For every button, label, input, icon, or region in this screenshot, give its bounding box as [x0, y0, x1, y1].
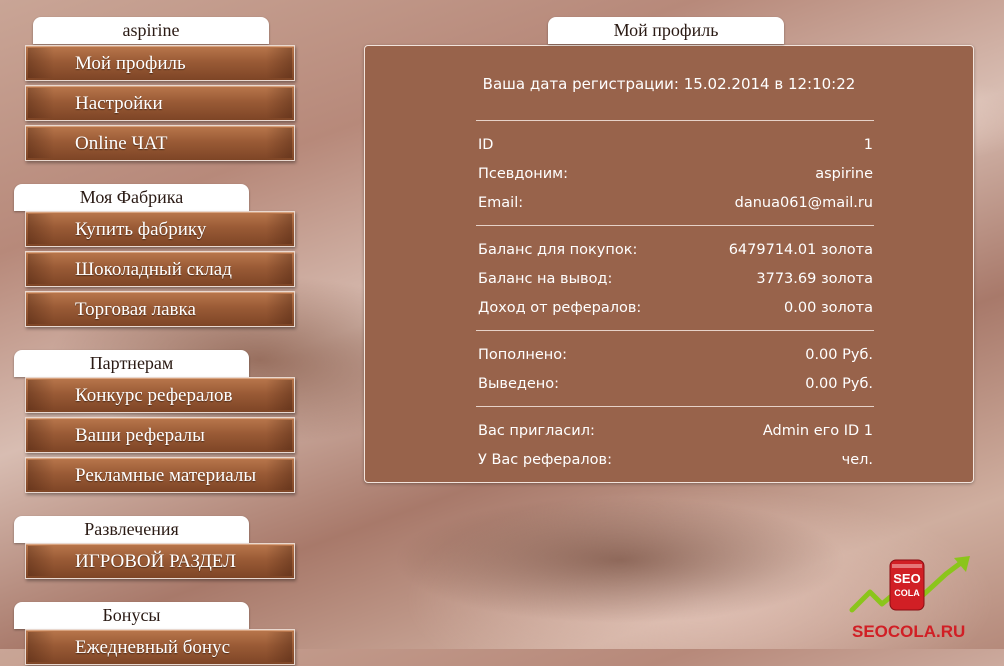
menu-item-label: Online ЧАТ — [75, 133, 168, 154]
row-value: danua061@mail.ru — [734, 195, 873, 211]
row-label: Выведено: — [478, 376, 560, 392]
divider — [476, 120, 874, 121]
logo-badge-bottom: COLA — [894, 588, 920, 598]
row-label: Псевдоним: — [478, 166, 568, 182]
profile-row-invited-by: Вас пригласил: Admin его ID 1 — [478, 420, 873, 442]
profile-title-tab: Мой профиль — [548, 17, 784, 44]
menu-item-daily-bonus[interactable]: Ежедневный бонус — [25, 629, 295, 665]
row-value: 0.00 золота — [784, 300, 873, 316]
menu-item-settings[interactable]: Настройки — [25, 85, 295, 121]
profile-row-referral-income: Доход от рефералов: 0.00 золота — [478, 297, 873, 319]
sidebar-header-factory-label: Моя Фабрика — [79, 187, 184, 207]
menu-item-label: Конкурс рефералов — [75, 385, 233, 406]
logo-caption: SEOCOLA.RU — [852, 622, 966, 641]
profile-panel: Ваша дата регистрации: 15.02.2014 в 12:1… — [364, 45, 974, 483]
menu-item-label: Ежедневный бонус — [75, 637, 231, 658]
row-label: Вас пригласил: — [478, 423, 595, 439]
sidebar-header-entertainment-label: Развлечения — [84, 519, 179, 539]
row-value: 3773.69 золота — [756, 271, 873, 287]
row-value: 6479714.01 золота — [728, 242, 873, 258]
sidebar-header-factory: Моя Фабрика — [14, 184, 249, 211]
row-label: ID — [478, 137, 494, 153]
row-label: Пополнено: — [478, 347, 568, 363]
menu-item-game-section[interactable]: ИГРОВОЙ РАЗДЕЛ — [25, 543, 295, 579]
row-value: aspirine — [815, 166, 873, 182]
logo-badge-top: SEO — [893, 571, 920, 586]
menu-item-your-referrals[interactable]: Ваши рефералы — [25, 417, 295, 453]
profile-row-email: Email: danua061@mail.ru — [478, 192, 873, 214]
sidebar-header-user: aspirine — [33, 17, 269, 44]
row-value: 1 — [863, 137, 873, 153]
divider — [476, 406, 874, 407]
menu-item-label: Мой профиль — [75, 53, 186, 74]
row-value: 0.00 Руб. — [805, 376, 873, 392]
menu-item-label: Ваши рефералы — [75, 425, 205, 446]
menu-item-label: Купить фабрику — [75, 219, 207, 240]
divider — [476, 330, 874, 331]
divider — [476, 225, 874, 226]
menu-item-chocolate-warehouse[interactable]: Шоколадный склад — [25, 251, 295, 287]
profile-row-referral-count: У Вас рефералов: чел. — [478, 449, 873, 471]
menu-item-trade-shop[interactable]: Торговая лавка — [25, 291, 295, 327]
menu-item-my-profile[interactable]: Мой профиль — [25, 45, 295, 81]
registration-date: Ваша дата регистрации: 15.02.2014 в 12:1… — [482, 75, 856, 93]
profile-row-withdrawn: Выведено: 0.00 Руб. — [478, 373, 873, 395]
sidebar-header-bonuses: Бонусы — [14, 602, 249, 629]
row-label: Баланс для покупок: — [478, 242, 638, 258]
profile-row-purchase-balance: Баланс для покупок: 6479714.01 золота — [478, 239, 873, 261]
menu-item-label: Торговая лавка — [75, 299, 196, 320]
profile-row-withdraw-balance: Баланс на вывод: 3773.69 золота — [478, 268, 873, 290]
menu-item-label: Настройки — [75, 93, 163, 114]
menu-item-buy-factory[interactable]: Купить фабрику — [25, 211, 295, 247]
profile-title: Мой профиль — [613, 20, 719, 40]
menu-item-label: Шоколадный склад — [75, 259, 232, 280]
menu-item-referral-contest[interactable]: Конкурс рефералов — [25, 377, 295, 413]
row-label: Email: — [478, 195, 524, 211]
sidebar-header-partners: Партнерам — [14, 350, 249, 377]
sidebar-header-entertainment: Развлечения — [14, 516, 249, 543]
row-label: Баланс на вывод: — [478, 271, 613, 287]
row-value: чел. — [841, 452, 873, 468]
sidebar-header-bonuses-label: Бонусы — [102, 605, 161, 625]
sidebar-header-partners-label: Партнерам — [89, 353, 174, 373]
profile-row-deposited: Пополнено: 0.00 Руб. — [478, 344, 873, 366]
profile-row-nickname: Псевдоним: aspirine — [478, 163, 873, 185]
menu-item-label: Рекламные материалы — [75, 465, 257, 486]
row-value: Admin его ID 1 — [762, 423, 873, 439]
row-label: Доход от рефералов: — [478, 300, 642, 316]
menu-item-label: ИГРОВОЙ РАЗДЕЛ — [75, 551, 237, 572]
row-value: 0.00 Руб. — [805, 347, 873, 363]
menu-item-promo-materials[interactable]: Рекламные материалы — [25, 457, 295, 493]
row-label: У Вас рефералов: — [478, 452, 612, 468]
menu-item-online-chat[interactable]: Online ЧАТ — [25, 125, 295, 161]
profile-row-id: ID 1 — [478, 134, 873, 156]
sidebar-header-user-label: aspirine — [122, 20, 180, 40]
